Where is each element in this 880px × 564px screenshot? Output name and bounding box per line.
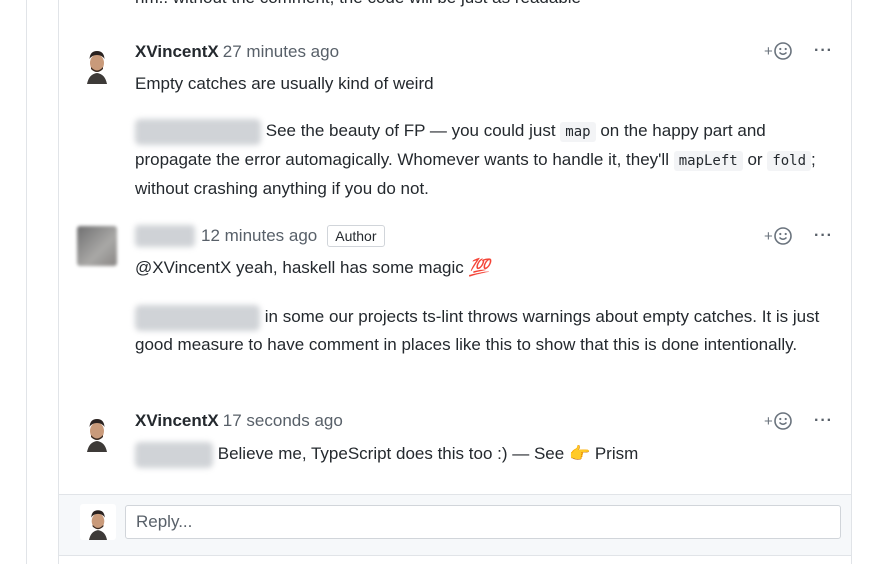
- comment-body: Empty catches are usually kind of weird: [135, 70, 835, 97]
- avatar-icon: [77, 44, 117, 84]
- comment-header: XVincentX 17 seconds ago: [135, 411, 343, 431]
- add-reaction-button[interactable]: +: [764, 412, 792, 430]
- add-reaction-button[interactable]: +: [764, 42, 792, 60]
- author-name[interactable]: XVincentX: [135, 411, 219, 431]
- smiley-icon: [773, 227, 792, 245]
- avatar[interactable]: [77, 226, 117, 266]
- pointing-hand-emoji: 👉: [568, 444, 591, 463]
- comment-body: @XVincentX yeah, haskell has some magic …: [135, 258, 490, 277]
- more-options-button[interactable]: ···: [814, 42, 833, 60]
- timestamp[interactable]: 27 minutes ago: [223, 42, 339, 62]
- avatar[interactable]: [77, 412, 117, 452]
- comment-header: 12 minutes ago Author: [135, 225, 385, 247]
- add-reaction-button[interactable]: +: [764, 227, 792, 245]
- comment-paragraph: Empty catches are usually kind of weird: [135, 74, 434, 93]
- author-name[interactable]: XVincentX: [135, 42, 219, 62]
- hundred-emoji: 💯: [468, 258, 490, 277]
- smiley-icon: [773, 42, 792, 60]
- previous-comment-text: hm.. without the comment, the code will …: [135, 0, 581, 8]
- more-options-button[interactable]: ···: [814, 227, 833, 245]
- avatar[interactable]: [77, 44, 117, 84]
- inline-code: map: [560, 122, 596, 142]
- blurred-mention: [135, 118, 261, 145]
- timestamp[interactable]: 17 seconds ago: [223, 411, 343, 431]
- blurred-mention: [135, 441, 213, 468]
- smiley-icon: [773, 412, 792, 430]
- current-user-avatar[interactable]: [80, 504, 116, 540]
- comment-paragraph-2: in some our projects ts-lint throws warn…: [135, 303, 835, 358]
- comment-paragraph-2: See the beauty of FP — you could just ma…: [135, 117, 835, 202]
- reply-input[interactable]: [125, 505, 841, 539]
- avatar-icon: [77, 412, 117, 452]
- timeline-line: [26, 0, 27, 564]
- inline-code: mapLeft: [673, 151, 743, 171]
- comment-header: XVincentX 27 minutes ago: [135, 42, 339, 62]
- comment-body: Believe me, TypeScript does this too :) …: [135, 440, 835, 468]
- more-options-button[interactable]: ···: [814, 412, 833, 430]
- author-badge: Author: [327, 225, 385, 247]
- timestamp[interactable]: 12 minutes ago: [201, 226, 317, 246]
- inline-code: fold: [767, 151, 812, 171]
- prism-link[interactable]: Prism: [595, 444, 638, 463]
- avatar-icon: [80, 504, 116, 540]
- blurred-mention: [135, 304, 260, 331]
- blurred-author-name: [135, 225, 195, 247]
